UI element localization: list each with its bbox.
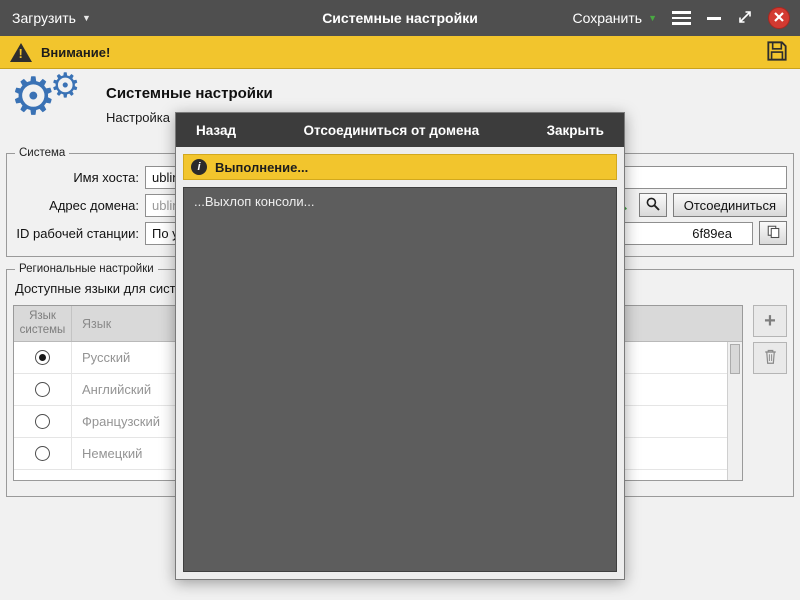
console-output: ...Выхлоп консоли... [183, 187, 617, 572]
add-language-button[interactable]: + [753, 305, 787, 337]
save-menu-button[interactable]: Сохранить ▼ [573, 10, 658, 26]
warning-bar: Внимание! [0, 36, 800, 69]
info-icon: i [191, 159, 207, 175]
page-subtitle: Настройка [106, 110, 170, 125]
titlebar: Системные настройки Загрузить ▼ Сохранит… [0, 0, 800, 36]
app-window: Системные настройки Загрузить ▼ Сохранит… [0, 0, 800, 599]
progress-dialog: Назад Отсоединиться от домена Закрыть i … [175, 112, 625, 580]
column-header-system-language: Язык системы [14, 306, 72, 341]
copy-icon [766, 224, 781, 242]
language-radio[interactable] [35, 446, 50, 461]
load-menu-button[interactable]: Загрузить ▼ [12, 10, 91, 26]
disconnect-button[interactable]: Отсоединиться [673, 193, 787, 217]
maximize-button[interactable] [737, 9, 753, 28]
dialog-header: Назад Отсоединиться от домена Закрыть [176, 113, 624, 147]
dialog-back-button[interactable]: Назад [196, 123, 236, 138]
execution-status-text: Выполнение... [215, 160, 308, 175]
plus-icon: + [764, 311, 776, 331]
scrollbar-thumb[interactable] [730, 344, 740, 374]
domain-label: Адрес домена: [13, 198, 139, 213]
save-file-button[interactable] [764, 38, 790, 67]
copy-id-button[interactable] [759, 221, 787, 245]
chevron-down-icon: ▼ [648, 14, 657, 23]
workstation-id-label: ID рабочей станции: [13, 226, 139, 241]
floppy-disk-icon [764, 38, 790, 67]
main-content: ⚙⚙ Системные настройки Настройка Система… [0, 69, 800, 599]
page-title: Системные настройки [106, 85, 273, 102]
execution-status-bar: i Выполнение... [183, 154, 617, 180]
trash-icon [763, 348, 778, 368]
minimize-button[interactable] [706, 9, 722, 27]
save-menu-label: Сохранить [573, 10, 643, 26]
dialog-body: i Выполнение... ...Выхлоп консоли... [176, 147, 624, 579]
search-domain-button[interactable] [639, 193, 667, 217]
table-scrollbar[interactable] [727, 342, 742, 480]
regional-legend: Региональные настройки [15, 263, 158, 275]
dialog-title-disconnect-domain[interactable]: Отсоединиться от домена [303, 123, 479, 138]
warning-icon [10, 43, 32, 62]
gears-icon: ⚙⚙ [10, 75, 96, 141]
hamburger-menu-button[interactable] [672, 9, 691, 27]
chevron-down-icon: ▼ [82, 14, 91, 23]
dialog-close-button[interactable]: Закрыть [547, 123, 604, 138]
hostname-label: Имя хоста: [13, 170, 139, 185]
load-menu-label: Загрузить [12, 10, 76, 26]
language-radio[interactable] [35, 350, 50, 365]
language-radio[interactable] [35, 382, 50, 397]
warning-message: Внимание! [41, 45, 110, 60]
expand-icon [737, 9, 753, 28]
language-radio[interactable] [35, 414, 50, 429]
close-icon [773, 11, 785, 26]
close-button[interactable] [768, 7, 790, 29]
system-legend: Система [15, 147, 69, 159]
search-icon [645, 196, 661, 215]
delete-language-button[interactable] [753, 342, 787, 374]
